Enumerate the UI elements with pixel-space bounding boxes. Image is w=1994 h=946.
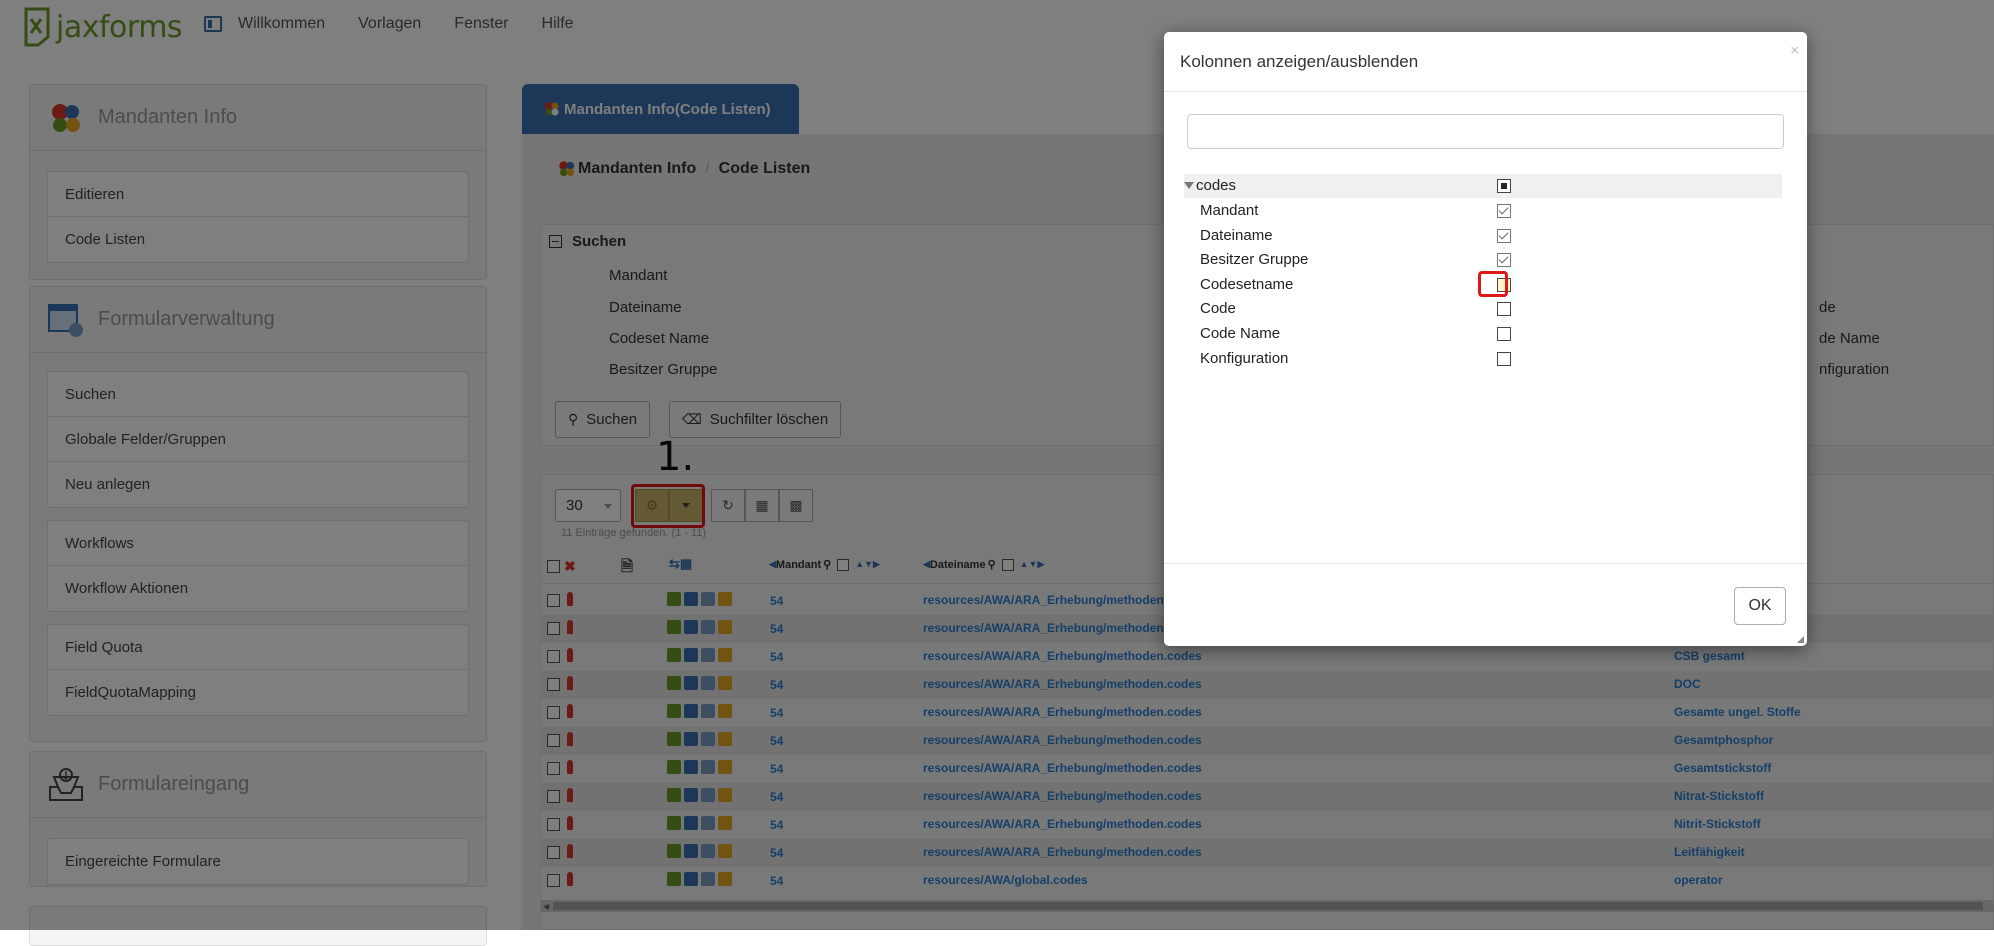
resize-handle-icon[interactable]	[1797, 636, 1804, 643]
column-filter-input[interactable]	[1187, 114, 1784, 149]
column-checkbox[interactable]	[1497, 351, 1511, 366]
column-checkbox[interactable]	[1497, 228, 1511, 243]
close-icon[interactable]: ×	[1790, 42, 1799, 59]
tree-item-label: Code Name	[1200, 325, 1281, 342]
tree-item[interactable]: Dateiname	[1184, 224, 1782, 248]
tree-item[interactable]: Mandant	[1184, 199, 1782, 223]
column-checkbox[interactable]	[1497, 204, 1511, 218]
ok-button[interactable]: OK	[1734, 587, 1786, 625]
column-checkbox[interactable]	[1497, 302, 1511, 317]
tree-item-label: Dateiname	[1200, 226, 1273, 244]
tree-item-label: Besitzer Gruppe	[1200, 251, 1309, 269]
column-checkbox[interactable]	[1497, 253, 1511, 268]
tree-item[interactable]: Code Name	[1184, 322, 1782, 346]
tree-item[interactable]: Code	[1184, 297, 1782, 321]
tree-item-label: Konfiguration	[1200, 349, 1289, 367]
column-visibility-dialog: Kolonnen anzeigen/ausblenden × codes Man…	[1164, 32, 1807, 646]
tree-group-label: codes	[1196, 177, 1237, 194]
dialog-title: Kolonnen anzeigen/ausblenden	[1164, 32, 1807, 92]
column-checkbox[interactable]	[1497, 327, 1511, 341]
dialog-footer	[1164, 563, 1807, 646]
tree-item[interactable]: Konfiguration	[1184, 347, 1782, 371]
step2-highlight	[1478, 271, 1508, 297]
group-checkbox[interactable]	[1497, 179, 1511, 193]
tree-item[interactable]: Besitzer Gruppe	[1184, 248, 1782, 272]
tree-group-codes[interactable]: codes	[1184, 174, 1782, 198]
tree-item-label: Code	[1200, 300, 1236, 318]
expand-triangle-icon[interactable]	[1184, 182, 1194, 189]
tree-item-label: Codesetname	[1200, 275, 1294, 293]
tree-item-label: Mandant	[1200, 202, 1259, 219]
